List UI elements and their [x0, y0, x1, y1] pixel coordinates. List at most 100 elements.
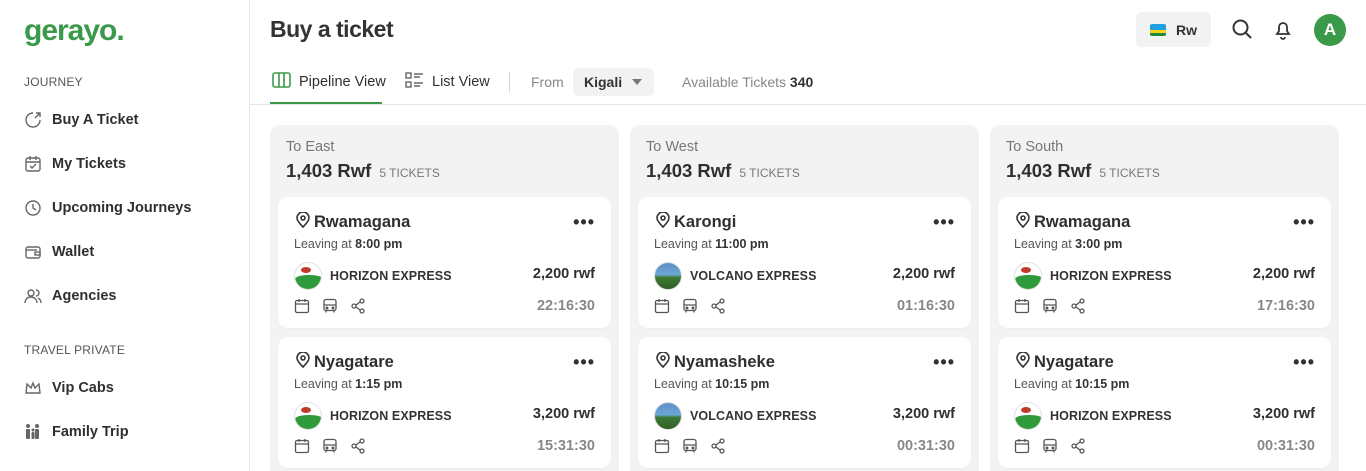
search-icon[interactable] — [1231, 18, 1253, 40]
countdown-timer: 00:31:30 — [896, 438, 955, 454]
destination-name: Rwamagana — [314, 213, 411, 231]
horizon-express-logo — [294, 262, 322, 290]
location-pin-icon — [296, 211, 310, 233]
departure-time: Leaving at 11:00 pm — [654, 237, 769, 251]
more-options-icon[interactable]: ••• — [1293, 212, 1315, 233]
company: HORIZON EXPRESS — [1014, 262, 1172, 290]
tab-pipeline-view[interactable]: Pipeline View — [272, 72, 386, 92]
share-icon[interactable] — [710, 438, 726, 454]
destination: Karongi — [656, 211, 737, 233]
sidebar-item-upcoming-journeys[interactable]: Upcoming Journeys — [24, 196, 191, 220]
volcano-express-logo — [654, 262, 682, 290]
more-options-icon[interactable]: ••• — [1293, 352, 1315, 373]
sidebar-item-label: Buy A Ticket — [52, 112, 139, 128]
sidebar-item-agencies[interactable]: Agencies — [24, 284, 116, 308]
columns-icon — [272, 72, 291, 92]
share-icon[interactable] — [350, 438, 366, 454]
bus-icon[interactable] — [322, 438, 338, 454]
more-options-icon[interactable]: ••• — [573, 212, 595, 233]
ticket-card[interactable]: Nyagatare ••• Leaving at 1:15 pm HORIZON… — [278, 337, 611, 468]
bus-icon[interactable] — [322, 298, 338, 314]
sidebar-item-label: Upcoming Journeys — [52, 200, 192, 216]
ticket-price: 3,200 rwf — [1252, 406, 1315, 422]
more-options-icon[interactable]: ••• — [933, 352, 955, 373]
from-label: From — [531, 74, 564, 90]
available-tickets: Available Tickets 340 — [682, 74, 813, 90]
volcano-express-logo — [654, 402, 682, 430]
company-name: HORIZON EXPRESS — [330, 409, 452, 423]
sidebar-item-family-trip[interactable]: Family Trip — [24, 420, 129, 444]
sidebar-item-buy-ticket[interactable]: Buy A Ticket — [24, 108, 139, 132]
departure-time-value: 1:15 pm — [355, 377, 403, 391]
calendar-icon[interactable] — [1014, 298, 1030, 314]
more-options-icon[interactable]: ••• — [933, 212, 955, 233]
column-summary: 1,403 Rwf 5 TICKETS — [286, 160, 440, 182]
card-actions — [1014, 438, 1086, 454]
sidebar-item-wallet[interactable]: Wallet — [24, 240, 94, 264]
departure-prefix: Leaving at — [1014, 237, 1072, 251]
pipeline-column: To West 1,403 Rwf 5 TICKETS Karongi ••• Le… — [630, 125, 979, 471]
sidebar-item-vip-cabs[interactable]: Vip Cabs — [24, 376, 114, 400]
share-icon[interactable] — [1070, 438, 1086, 454]
departure-prefix: Leaving at — [654, 237, 712, 251]
users-icon — [24, 287, 42, 305]
from-select[interactable]: Kigali — [573, 68, 654, 96]
app-logo[interactable]: gerayo. — [24, 14, 125, 48]
tab-label: List View — [432, 74, 490, 90]
departure-time-value: 10:15 pm — [1075, 377, 1130, 391]
column-summary: 1,403 Rwf 5 TICKETS — [1006, 160, 1160, 182]
card-actions — [294, 298, 366, 314]
share-icon[interactable] — [710, 298, 726, 314]
calendar-icon[interactable] — [1014, 438, 1030, 454]
divider — [509, 72, 510, 93]
countdown-timer: 22:16:30 — [536, 298, 595, 314]
bus-icon[interactable] — [682, 438, 698, 454]
clock-icon — [24, 199, 42, 217]
ticket-card[interactable]: Rwamagana ••• Leaving at 8:00 pm HORIZON… — [278, 197, 611, 328]
ticket-card[interactable]: Karongi ••• Leaving at 11:00 pm VOLCANO … — [638, 197, 971, 328]
bus-icon[interactable] — [1042, 438, 1058, 454]
ticket-card[interactable]: Nyagatare ••• Leaving at 10:15 pm HORIZO… — [998, 337, 1331, 468]
ticket-card[interactable]: Rwamagana ••• Leaving at 3:00 pm HORIZON… — [998, 197, 1331, 328]
location-pin-icon — [1016, 211, 1030, 233]
destination: Nyagatare — [296, 351, 394, 373]
ticket-price: 2,200 rwf — [532, 266, 595, 282]
ticket-price: 3,200 rwf — [892, 406, 955, 422]
sidebar-item-label: Vip Cabs — [52, 380, 114, 396]
company: VOLCANO EXPRESS — [654, 402, 817, 430]
ticket-card[interactable]: Nyamasheke ••• Leaving at 10:15 pm VOLCA… — [638, 337, 971, 468]
card-actions — [1014, 298, 1086, 314]
destination: Rwamagana — [1016, 211, 1130, 233]
tab-list-view[interactable]: List View — [405, 72, 490, 92]
bus-icon[interactable] — [682, 298, 698, 314]
destination-name: Karongi — [674, 213, 737, 231]
column-ticket-count: 5 TICKETS — [739, 166, 800, 180]
calendar-icon[interactable] — [654, 298, 670, 314]
chevron-down-icon — [632, 79, 642, 85]
more-options-icon[interactable]: ••• — [573, 352, 595, 373]
calendar-icon[interactable] — [294, 438, 310, 454]
language-button[interactable]: Rw — [1136, 12, 1211, 47]
sidebar: gerayo. JOURNEY Buy A Ticket My Tickets … — [0, 0, 250, 471]
card-actions — [654, 298, 726, 314]
location-pin-icon — [296, 351, 310, 373]
available-label: Available Tickets — [682, 74, 787, 90]
departure-prefix: Leaving at — [294, 237, 352, 251]
sidebar-item-my-tickets[interactable]: My Tickets — [24, 152, 126, 176]
journey-section-label: JOURNEY — [24, 75, 83, 89]
ticket-icon — [24, 111, 42, 129]
card-actions — [654, 438, 726, 454]
calendar-icon[interactable] — [654, 438, 670, 454]
bus-icon[interactable] — [1042, 298, 1058, 314]
bell-icon[interactable] — [1272, 18, 1294, 40]
calendar-icon[interactable] — [294, 298, 310, 314]
column-amount: 1,403 Rwf — [646, 160, 732, 181]
company: HORIZON EXPRESS — [294, 402, 452, 430]
share-icon[interactable] — [350, 298, 366, 314]
from-value: Kigali — [584, 74, 623, 90]
share-icon[interactable] — [1070, 298, 1086, 314]
avatar[interactable]: A — [1314, 14, 1346, 46]
destination-name: Nyamasheke — [674, 353, 775, 371]
pipeline-column: To South 1,403 Rwf 5 TICKETS Rwamagana •••… — [990, 125, 1339, 471]
company: HORIZON EXPRESS — [1014, 402, 1172, 430]
